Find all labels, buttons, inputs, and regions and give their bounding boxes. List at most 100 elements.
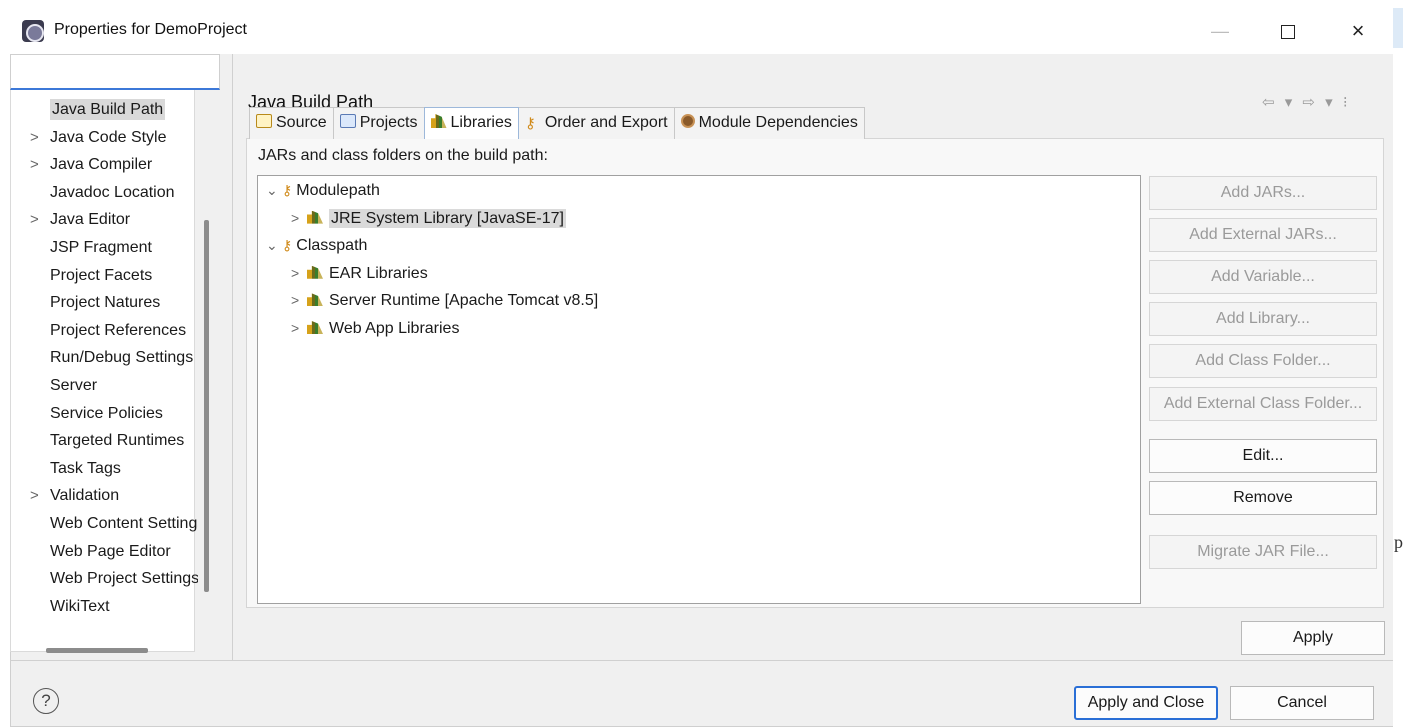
sidebar-item-validation[interactable]: > Validation [18, 482, 198, 510]
preference-tree: Java Build Path > Java Code Style > Java Com… [18, 96, 198, 626]
sidebar-item-label: Run/Debug Settings [50, 349, 194, 367]
chevron-right-icon[interactable]: > [30, 124, 39, 151]
tree-item-label: EAR Libraries [329, 264, 428, 282]
sidebar-item-label: Web Content Settings [50, 514, 198, 532]
sidebar-item-web-project-settings[interactable]: Web Project Settings [18, 565, 198, 593]
sidebar-vertical-scrollbar[interactable] [204, 220, 209, 592]
sidebar-item-label: Java Compiler [50, 156, 153, 174]
tab-projects[interactable]: Projects [332, 107, 425, 139]
path-icon: ⚷ [282, 182, 293, 198]
sidebar-item-label: Project Facets [50, 266, 153, 284]
cancel-button[interactable]: Cancel [1230, 686, 1374, 720]
add-external-jars-button[interactable]: Add External JARs... [1149, 218, 1377, 252]
chevron-right-icon[interactable]: > [30, 482, 39, 509]
chevron-right-icon[interactable]: > [291, 205, 307, 231]
add-jars-button[interactable]: Add JARs... [1149, 176, 1377, 210]
sidebar-item-server[interactable]: Server [18, 372, 198, 400]
libraries-icon [430, 114, 447, 128]
build-path-tabs: Source Projects Libraries ⚷ Order and Export… [249, 107, 865, 139]
tab-libraries[interactable]: Libraries [423, 107, 519, 139]
eclipse-app-icon [22, 20, 44, 42]
tab-module-dependencies[interactable]: Module Dependencies [673, 107, 865, 139]
library-icon [307, 293, 323, 307]
remove-button[interactable]: Remove [1149, 481, 1377, 515]
sidebar-item-label: Service Policies [50, 404, 163, 422]
chevron-right-icon[interactable]: > [291, 315, 307, 341]
add-variable-button[interactable]: Add Variable... [1149, 260, 1377, 294]
add-external-class-folder-button[interactable]: Add External Class Folder... [1149, 387, 1377, 421]
tree-item[interactable]: > Server Runtime [Apache Tomcat v8.5] [291, 287, 598, 313]
tree-item[interactable]: ⌄ ⚷ Classpath [266, 232, 367, 258]
sidebar-item-label: XDoclet [50, 625, 106, 626]
sidebar-item-label: Javadoc Location [50, 183, 175, 201]
sidebar-item-java-compiler[interactable]: > Java Compiler [18, 151, 198, 179]
sidebar-item-label: Project References [50, 321, 187, 339]
tab-label: Order and Export [544, 114, 668, 131]
tree-item[interactable]: > EAR Libraries [291, 260, 428, 286]
sidebar-item-run-debug-settings[interactable]: Run/Debug Settings [18, 344, 198, 372]
chevron-down-icon[interactable]: ⌄ [266, 177, 282, 203]
close-button[interactable]: × [1335, 16, 1381, 46]
chevron-down-icon[interactable]: ⌄ [266, 232, 282, 258]
tree-item-label: Web App Libraries [329, 320, 460, 337]
sidebar-item-wikitext[interactable]: WikiText [18, 593, 198, 621]
chevron-right-icon[interactable]: > [291, 287, 307, 313]
tree-item-label: JRE System Library [JavaSE-17] [329, 208, 566, 228]
sidebar-item-java-build-path[interactable]: Java Build Path [18, 96, 198, 124]
build-path-tree[interactable]: ⌄ ⚷ Modulepath > JRE System Library [JavaSE-… [257, 175, 1141, 604]
sidebar-item-project-references[interactable]: Project References [18, 317, 198, 345]
sidebar-item-project-facets[interactable]: Project Facets [18, 262, 198, 290]
sidebar-item-label: Java Build Path [50, 99, 166, 120]
sidebar-horizontal-scrollbar[interactable] [46, 648, 148, 653]
edit-button[interactable]: Edit... [1149, 439, 1377, 473]
tab-order-and-export[interactable]: ⚷ Order and Export [517, 107, 675, 139]
minimize-button[interactable]: — [1197, 16, 1243, 46]
sidebar-item-task-tags[interactable]: Task Tags [18, 455, 198, 483]
chevron-right-icon[interactable]: > [30, 151, 39, 178]
sidebar-item-project-natures[interactable]: Project Natures [18, 289, 198, 317]
chevron-right-icon[interactable]: > [30, 620, 39, 626]
sidebar-item-jsp-fragment[interactable]: JSP Fragment [18, 234, 198, 262]
sidebar-item-label: Java Code Style [50, 128, 167, 146]
jars-label: JARs and class folders on the build path… [258, 147, 548, 164]
apply-button[interactable]: Apply [1241, 621, 1385, 655]
library-icon [307, 265, 323, 279]
sidebar-item-targeted-runtimes[interactable]: Targeted Runtimes [18, 427, 198, 455]
panel-divider[interactable] [232, 54, 233, 660]
history-navigation[interactable]: ⇦ ▾ ⇨ ▾ ⁝ [1262, 93, 1351, 111]
chevron-right-icon[interactable]: > [291, 260, 307, 286]
sidebar-item-label: Validation [50, 487, 120, 505]
sidebar-item-web-page-editor[interactable]: Web Page Editor [18, 538, 198, 566]
tab-source[interactable]: Source [249, 107, 334, 139]
sidebar-item-xdoclet[interactable]: > XDoclet [18, 620, 198, 626]
maximize-button[interactable] [1265, 16, 1311, 46]
tree-item[interactable]: ⌄ ⚷ Modulepath [266, 177, 380, 203]
tree-item-label: Modulepath [296, 182, 380, 199]
tab-label: Module Dependencies [698, 114, 858, 131]
tree-item-label: Server Runtime [Apache Tomcat v8.5] [329, 292, 599, 310]
module-icon [680, 114, 695, 128]
apply-and-close-button[interactable]: Apply and Close [1074, 686, 1218, 720]
tree-item[interactable]: > Web App Libraries [291, 315, 459, 341]
sidebar-item-label: Java Editor [50, 211, 131, 229]
sidebar-item-service-policies[interactable]: Service Policies [18, 400, 198, 428]
window-title: Properties for DemoProject [54, 21, 247, 38]
tab-label: Projects [359, 114, 418, 131]
sidebar-item-label: WikiText [50, 597, 110, 615]
sidebar-item-label: Web Page Editor [50, 542, 171, 560]
sidebar-item-label: Targeted Runtimes [50, 432, 185, 450]
sidebar-item-label: Task Tags [50, 459, 121, 477]
sidebar-item-javadoc-location[interactable]: Javadoc Location [18, 179, 198, 207]
migrate-jar-file-button[interactable]: Migrate JAR File... [1149, 535, 1377, 569]
sidebar-item-java-code-style[interactable]: > Java Code Style [18, 124, 198, 152]
sidebar-item-java-editor[interactable]: > Java Editor [18, 206, 198, 234]
add-class-folder-button[interactable]: Add Class Folder... [1149, 344, 1377, 378]
sidebar-item-web-content-settings[interactable]: Web Content Settings [18, 510, 198, 538]
tree-item[interactable]: > JRE System Library [JavaSE-17] [291, 205, 566, 231]
maximize-icon [1281, 25, 1295, 40]
help-icon[interactable]: ? [33, 688, 59, 714]
filter-input[interactable] [10, 54, 220, 90]
chevron-right-icon[interactable]: > [30, 206, 39, 233]
title-bar: Properties for DemoProject — × [10, 8, 1393, 54]
add-library-button[interactable]: Add Library... [1149, 302, 1377, 336]
